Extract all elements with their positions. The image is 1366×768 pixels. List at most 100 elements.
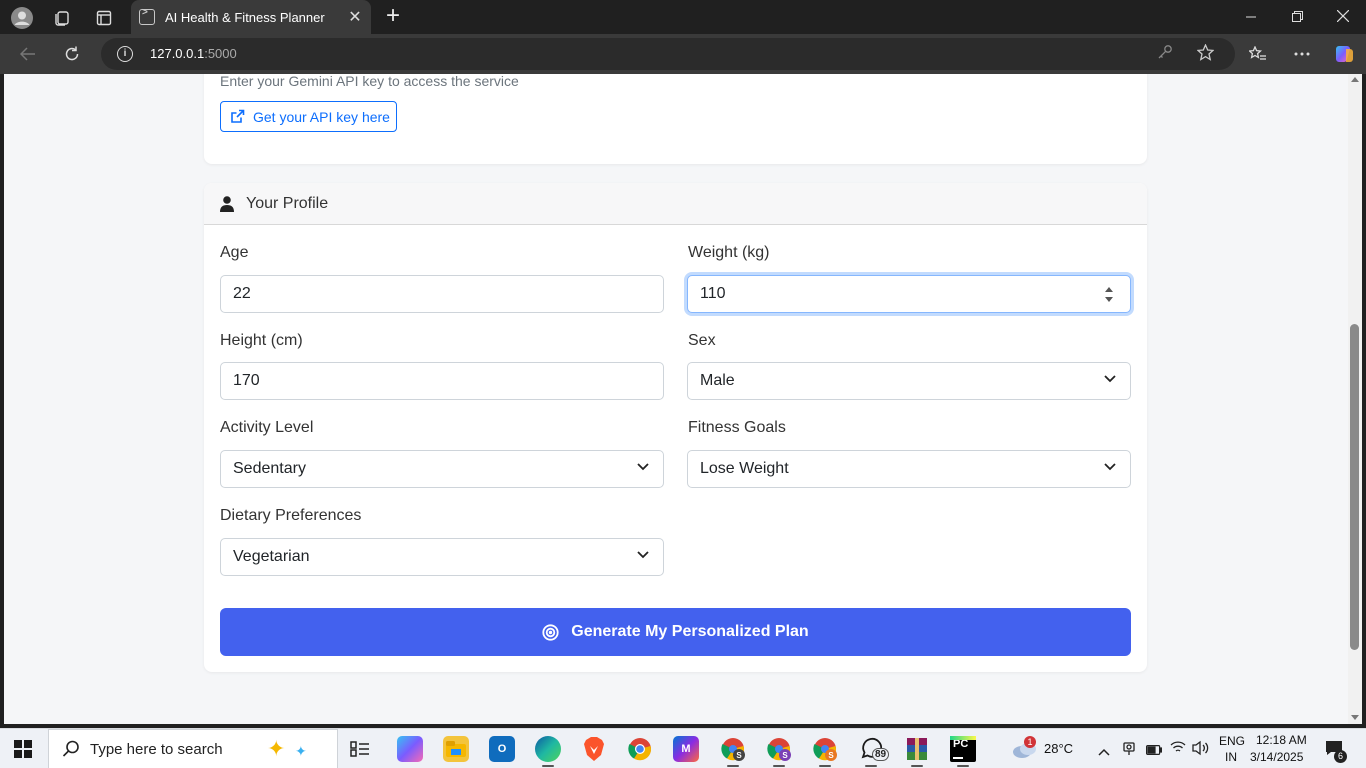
new-tab-button[interactable]: + [380, 3, 406, 29]
minimize-icon[interactable] [1228, 0, 1274, 34]
browser-toolbar: i 127.0.0.1:5000 [0, 34, 1366, 74]
scrollbar-thumb[interactable] [1350, 324, 1359, 650]
search-highlights-sparkle-icon[interactable]: ✦ [267, 736, 285, 762]
taskbar-search-box[interactable]: Type here to search ✦ ✦ [48, 729, 338, 768]
site-info-icon[interactable]: i [117, 46, 133, 62]
scroll-down-icon[interactable] [1351, 715, 1359, 720]
svg-text:S: S [782, 751, 788, 760]
favorite-star-icon[interactable] [1195, 43, 1215, 64]
url-port: :5000 [204, 46, 237, 61]
active-tab[interactable]: AI Health & Fitness Planner ✕ [131, 0, 371, 34]
battery-icon[interactable] [1146, 742, 1163, 760]
get-api-key-link[interactable]: Get your API key here [220, 101, 397, 132]
weight-value: 110 [700, 285, 726, 302]
page-scrollbar[interactable] [1348, 74, 1362, 724]
pycharm-icon[interactable]: PC [950, 736, 976, 767]
restore-icon[interactable] [1274, 0, 1320, 34]
refresh-icon[interactable] [58, 40, 86, 68]
scroll-up-icon[interactable] [1351, 77, 1359, 82]
chevron-down-icon [637, 463, 649, 471]
fitness-goals-label: Fitness Goals [688, 419, 786, 436]
profile-card: Your Profile Age 22 Weight (kg) 110 Heig… [204, 183, 1147, 672]
weather-alert-badge: 1 [1024, 736, 1036, 748]
fitness-goals-select[interactable]: Lose Weight [687, 450, 1131, 488]
copilot-app-icon[interactable] [397, 736, 423, 762]
back-arrow-icon[interactable] [14, 40, 42, 68]
profile-avatar-icon[interactable] [11, 7, 33, 29]
chrome-profile-s-icon[interactable]: S [720, 736, 746, 767]
chevron-down-icon [1104, 463, 1116, 471]
file-explorer-icon[interactable] [443, 736, 469, 762]
dietary-preferences-select[interactable]: Vegetarian [220, 538, 664, 576]
workspaces-icon[interactable] [51, 7, 73, 29]
profile-card-header: Your Profile [204, 183, 1147, 225]
fitness-goals-value: Lose Weight [700, 460, 789, 477]
windows-taskbar: Type here to search ✦ ✦ O M S S S 89 PC … [0, 728, 1366, 768]
more-menu-icon[interactable] [1288, 40, 1316, 68]
dietary-preferences-value: Vegetarian [233, 548, 310, 565]
age-value: 22 [233, 285, 251, 302]
height-input[interactable]: 170 [220, 362, 664, 400]
language-indicator[interactable]: ENG [1219, 734, 1245, 748]
url-text: 127.0.0.1:5000 [150, 46, 237, 61]
windows-start-icon[interactable] [14, 740, 32, 758]
vertical-tabs-icon[interactable] [93, 7, 115, 29]
number-spinner[interactable] [1104, 285, 1114, 305]
api-key-card: Enter your Gemini API key to access the … [204, 74, 1147, 164]
height-value: 170 [233, 372, 260, 389]
chrome-icon[interactable] [627, 736, 653, 762]
sex-select[interactable]: Male [687, 362, 1131, 400]
weather-temperature[interactable]: 28°C [1044, 741, 1073, 756]
chrome-profile-s3-icon[interactable]: S [812, 736, 838, 767]
outlook-icon[interactable]: O [489, 736, 515, 762]
brave-browser-icon[interactable] [581, 736, 607, 762]
clock-date: 3/14/2025 [1250, 750, 1304, 764]
whatsapp-badge: 89 [872, 748, 890, 761]
winrar-icon[interactable] [904, 736, 930, 767]
clock-time[interactable]: 12:18 AM [1256, 733, 1307, 747]
sparkle-small-icon: ✦ [295, 743, 307, 759]
svg-text:S: S [736, 751, 742, 760]
weight-label: Weight (kg) [688, 244, 770, 261]
generate-plan-label: Generate My Personalized Plan [571, 623, 809, 640]
search-icon [62, 740, 79, 757]
get-api-key-label: Get your API key here [253, 108, 390, 125]
generate-plan-button[interactable]: Generate My Personalized Plan [220, 608, 1131, 656]
height-label: Height (cm) [220, 332, 303, 349]
chrome-profile-s2-icon[interactable]: S [766, 736, 792, 767]
meet-now-icon[interactable] [1122, 740, 1136, 761]
task-view-icon[interactable] [347, 736, 373, 762]
svg-text:S: S [828, 751, 834, 760]
age-label: Age [220, 244, 249, 261]
activity-level-select[interactable]: Sedentary [220, 450, 664, 488]
whatsapp-icon[interactable]: 89 [858, 736, 890, 767]
copilot-icon[interactable] [1330, 40, 1358, 68]
user-icon [220, 195, 234, 212]
address-bar[interactable]: i 127.0.0.1:5000 [101, 38, 1235, 70]
activity-level-label: Activity Level [220, 419, 314, 436]
chevron-down-icon [1104, 375, 1116, 383]
region-indicator: IN [1225, 750, 1237, 764]
profile-card-title: Your Profile [246, 194, 329, 212]
close-window-icon[interactable] [1320, 0, 1366, 34]
api-key-description: Enter your Gemini API key to access the … [220, 74, 519, 89]
close-tab-icon[interactable]: ✕ [343, 7, 367, 27]
edge-browser-icon[interactable] [535, 736, 561, 767]
age-input[interactable]: 22 [220, 275, 664, 313]
password-key-icon[interactable] [1155, 44, 1175, 64]
microsoft-365-icon[interactable]: M [673, 736, 699, 762]
favorites-list-icon[interactable] [1244, 40, 1272, 68]
wifi-icon[interactable] [1170, 740, 1186, 759]
weight-input[interactable]: 110 [687, 275, 1131, 313]
browser-titlebar: AI Health & Fitness Planner ✕ + [0, 0, 1366, 34]
volume-icon[interactable] [1192, 740, 1210, 761]
activity-level-value: Sedentary [233, 460, 306, 477]
external-link-icon [231, 109, 245, 123]
terminal-favicon-icon [139, 7, 155, 25]
target-icon [542, 623, 559, 641]
tray-overflow-chevron-icon[interactable] [1098, 743, 1110, 761]
notification-count-badge: 6 [1334, 750, 1347, 763]
sex-label: Sex [688, 332, 716, 349]
taskbar-search-placeholder: Type here to search [90, 740, 223, 758]
url-host: 127.0.0.1 [150, 46, 205, 61]
